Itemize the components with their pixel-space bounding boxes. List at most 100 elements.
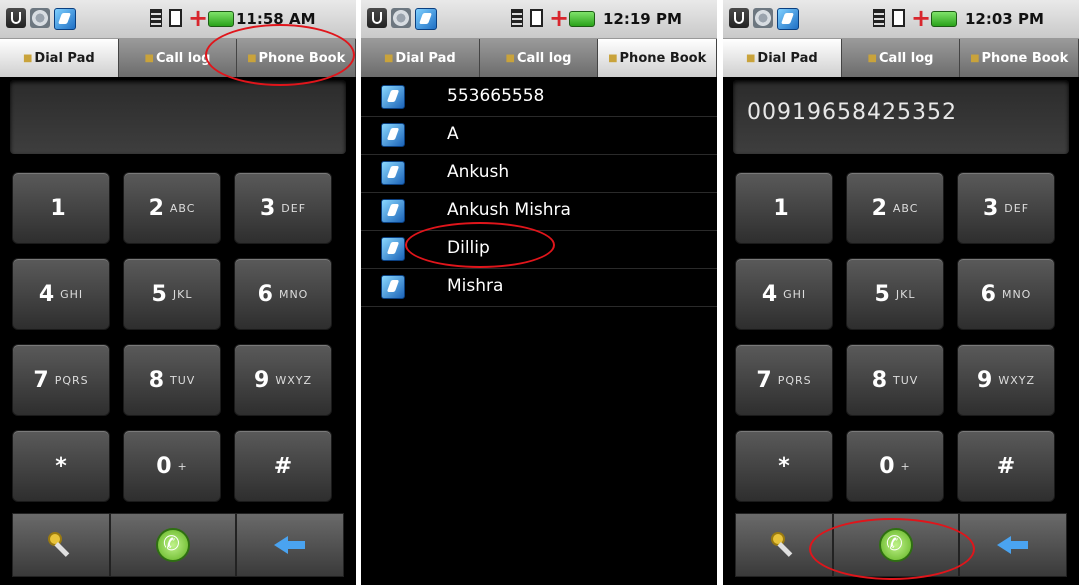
battery-icon (569, 11, 595, 27)
plus-icon: + (549, 4, 570, 32)
key-3[interactable]: 3 DEF (957, 172, 1055, 244)
contact-row[interactable]: Ankush (361, 155, 717, 193)
key-9[interactable]: 9 WXYZ (234, 344, 332, 416)
tab-dial-pad[interactable]: ■ Dial Pad (361, 39, 480, 77)
key-2[interactable]: 2 ABC (123, 172, 221, 244)
key-7[interactable]: 7 PQRS (735, 344, 833, 416)
keypad: 1 2 ABC 3 DEF 4 GHI 5 JKL 6 MNO 7 PQRS 8 TUV 9W… (12, 172, 344, 502)
tab-dot-icon: ■ (745, 52, 756, 64)
tab-dial-pad[interactable]: ■ Dial Pad (723, 39, 842, 77)
tab-bar: ■ Dial Pad ■ Call log ■ Phone Book (723, 39, 1079, 77)
plus-icon: + (188, 4, 209, 32)
settings-icon (753, 8, 773, 28)
contact-icon (381, 85, 405, 109)
contact-name: 553665558 (447, 86, 545, 106)
contact-row[interactable]: Dillip (361, 231, 717, 269)
tab-label: Call log (517, 50, 572, 66)
key-letters: JKL (895, 287, 916, 301)
contacts-key-button[interactable] (12, 513, 110, 577)
app-icon (777, 8, 799, 30)
status-time: 11:58 AM (236, 10, 316, 28)
settings-icon (30, 8, 50, 28)
tab-phone-book[interactable]: ■ Phone Book (960, 39, 1079, 77)
key-star[interactable]: * (735, 430, 833, 502)
key-5[interactable]: 5 JKL (123, 258, 221, 330)
key-digit: 6 (257, 281, 273, 307)
tab-phone-book[interactable]: ■ Phone Book (598, 39, 717, 77)
contact-icon (381, 161, 405, 185)
backspace-button[interactable] (236, 513, 344, 577)
key-letters: ABC (892, 201, 919, 215)
key-digit: 8 (871, 367, 887, 393)
key-digit: 4 (38, 281, 55, 307)
key-digit: 1 (50, 195, 66, 221)
key-digit: 8 (148, 367, 164, 393)
key-letters: GHI (60, 287, 84, 301)
sdcard-icon (892, 9, 905, 27)
key-9[interactable]: 9 WXYZ (957, 344, 1055, 416)
key-1[interactable]: 1 (735, 172, 833, 244)
key-letters: MNO (1001, 287, 1032, 301)
key-0[interactable]: 0 + (123, 430, 221, 502)
contact-icon (381, 275, 405, 299)
contact-row[interactable]: Ankush Mishra (361, 193, 717, 231)
tab-dot-icon: ■ (505, 52, 515, 64)
tab-phone-book[interactable]: ■ Phone Book (237, 39, 356, 77)
key-digit: # (996, 453, 1016, 479)
call-button[interactable] (110, 513, 236, 577)
key-digit: 9 (254, 367, 270, 393)
contact-name: Ankush (447, 162, 510, 182)
tab-bar: ■ Dial Pad ■ Call log ■ Phone Book (361, 39, 717, 77)
key-3[interactable]: 3 DEF (234, 172, 332, 244)
call-button[interactable] (833, 513, 959, 577)
number-display[interactable] (10, 80, 346, 154)
key-digit: 6 (980, 281, 996, 307)
tab-label: Phone Book (619, 50, 707, 66)
key-8[interactable]: 8 TUV (846, 344, 944, 416)
plus-icon: + (911, 4, 932, 32)
key-digit: 7 (756, 367, 772, 393)
key-letters: GHI (783, 287, 807, 301)
contact-icon (381, 123, 405, 147)
key-digit: 0 (156, 453, 172, 479)
key-hash[interactable]: # (957, 430, 1055, 502)
contacts-key-button[interactable] (735, 513, 833, 577)
backspace-button[interactable] (959, 513, 1067, 577)
usb-icon (729, 8, 749, 28)
number-display[interactable]: 00919658425352 (733, 80, 1069, 154)
key-6[interactable]: 6 MNO (957, 258, 1055, 330)
key-star[interactable]: * (12, 430, 110, 502)
contact-row[interactable]: Mishra (361, 269, 717, 307)
key-4[interactable]: 4 GHI (735, 258, 833, 330)
key-digit: 2 (871, 195, 887, 221)
key-2[interactable]: 2 ABC (846, 172, 944, 244)
tab-call-log[interactable]: ■ Call log (479, 39, 599, 77)
key-0[interactable]: 0 + (846, 430, 944, 502)
contact-name: Dillip (447, 238, 490, 258)
tab-label: Dial Pad (395, 50, 456, 66)
key-1[interactable]: 1 (12, 172, 110, 244)
key-7[interactable]: 7 PQRS (12, 344, 110, 416)
tab-label: Dial Pad (757, 50, 818, 66)
key-digit: 2 (148, 195, 164, 221)
key-8[interactable]: 8 TUV (123, 344, 221, 416)
phone-screen-phonebook: + 12:19 PM ■ Dial Pad ■ Call log ■ Phone Bo… (361, 0, 717, 585)
action-bar (12, 513, 344, 577)
key-digit: 3 (982, 195, 999, 221)
key-5[interactable]: 5 JKL (846, 258, 944, 330)
contact-row[interactable]: A (361, 117, 717, 155)
tab-call-log[interactable]: ■ Call log (841, 39, 961, 77)
tab-label: Call log (156, 50, 211, 66)
key-digit: 1 (773, 195, 789, 221)
tab-dial-pad[interactable]: ■ Dial Pad (0, 39, 119, 77)
key-hash[interactable]: # (234, 430, 332, 502)
contact-row[interactable]: 553665558 (361, 79, 717, 117)
contact-list: 553665558 A Ankush Ankush Mishra Dillip … (361, 79, 717, 307)
key-4[interactable]: 4 GHI (12, 258, 110, 330)
tab-dot-icon: ■ (970, 52, 980, 64)
key-6[interactable]: 6 MNO (234, 258, 332, 330)
contact-name: Mishra (447, 276, 504, 296)
key-digit: 5 (874, 281, 890, 307)
tab-call-log[interactable]: ■ Call log (118, 39, 238, 77)
settings-icon (391, 8, 411, 28)
